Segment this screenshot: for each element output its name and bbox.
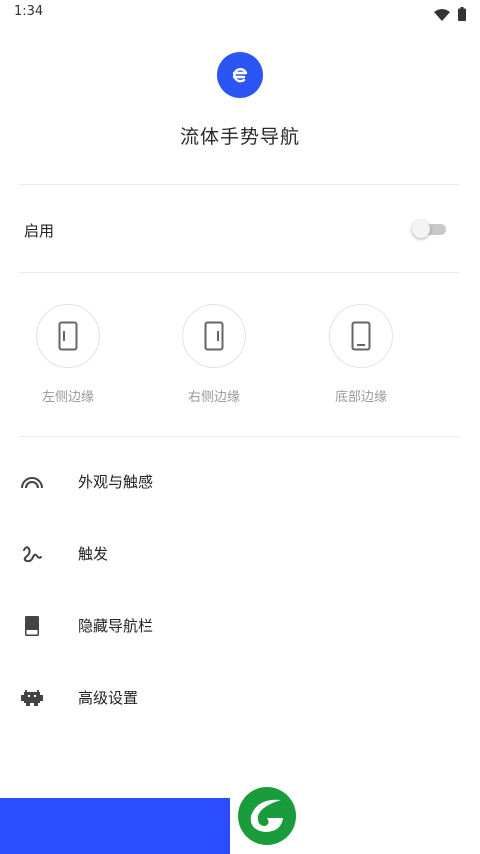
divider-bottom	[19, 436, 460, 437]
enable-label: 启用	[24, 222, 55, 240]
divider-top	[19, 184, 460, 185]
menu-item-advanced[interactable]: 高级设置	[0, 662, 480, 734]
bottom-edge-phone-icon	[329, 304, 393, 368]
enable-row[interactable]: 启用	[0, 186, 480, 272]
edge-label-bottom: 底部边缘	[334, 390, 387, 405]
menu-label-hide-navbar: 隐藏导航栏	[78, 617, 154, 635]
edge-item-bottom[interactable]: 底部边缘	[311, 304, 411, 405]
menu-item-trigger[interactable]: 触发	[0, 518, 480, 590]
edge-label-right: 右侧边缘	[187, 390, 240, 405]
edge-selector: 左侧边缘 右侧边缘 底部边缘	[0, 300, 480, 420]
menu-label-appearance: 外观与触感	[78, 473, 154, 491]
divider-middle	[19, 272, 460, 273]
leaf-logo-icon	[237, 786, 297, 846]
menu-item-appearance[interactable]: 外观与触感	[0, 446, 480, 518]
enable-toggle[interactable]	[412, 220, 446, 238]
menu-item-hide-navbar[interactable]: 隐藏导航栏	[0, 590, 480, 662]
app-header: 流体手势导航	[0, 52, 480, 149]
status-bar: 1:34	[0, 0, 480, 26]
bottom-banner	[0, 798, 230, 854]
edge-item-left[interactable]: 左侧边缘	[18, 304, 118, 405]
android-icon	[20, 686, 44, 710]
app-title: 流体手势导航	[179, 126, 300, 148]
status-time: 1:34	[14, 4, 44, 19]
toggle-thumb	[412, 220, 430, 238]
menu-label-trigger: 触发	[78, 545, 109, 563]
status-icons	[434, 6, 466, 25]
left-edge-phone-icon	[36, 304, 100, 368]
settings-menu: 外观与触感 触发 隐藏导航栏 高级设置	[0, 446, 480, 734]
wifi-icon	[434, 6, 450, 25]
menu-label-advanced: 高级设置	[78, 689, 139, 707]
app-logo-e-icon	[217, 52, 263, 98]
edge-item-right[interactable]: 右侧边缘	[164, 304, 264, 405]
right-edge-phone-icon	[182, 304, 246, 368]
edge-label-left: 左侧边缘	[41, 390, 94, 405]
arc-icon	[20, 470, 44, 494]
battery-icon	[458, 6, 466, 25]
navbar-hide-icon	[20, 614, 44, 638]
gesture-icon	[20, 542, 44, 566]
